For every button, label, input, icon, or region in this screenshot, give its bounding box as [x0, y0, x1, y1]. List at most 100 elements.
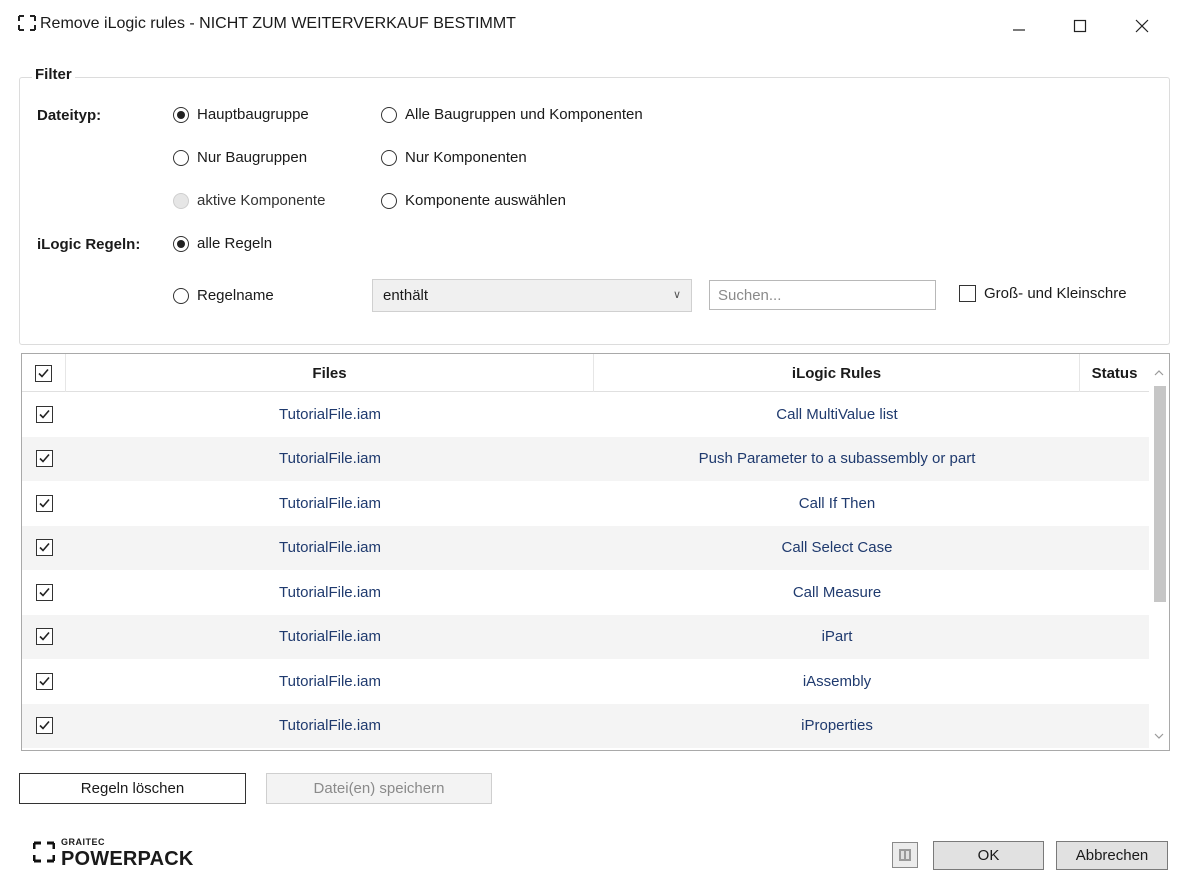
- window-title: Remove iLogic rules - NICHT ZUM WEITERVE…: [40, 15, 516, 32]
- file-cell: TutorialFile.iam: [279, 672, 381, 690]
- row-checkbox[interactable]: [35, 405, 53, 423]
- status-cell: [1080, 526, 1149, 571]
- case-sensitive-checkbox[interactable]: Groß- und Kleinschre: [959, 285, 1127, 302]
- radio-regelname[interactable]: Regelname: [173, 287, 274, 304]
- radio-label: Komponente auswählen: [405, 192, 566, 209]
- column-header-files[interactable]: Files: [66, 354, 594, 392]
- status-cell: [1080, 392, 1149, 437]
- filter-legend: Filter: [32, 66, 75, 83]
- rule-cell: iPart: [821, 628, 853, 646]
- row-checkbox[interactable]: [35, 717, 53, 735]
- radio-label: Alle Baugruppen und Komponenten: [405, 106, 643, 123]
- radio-alle-baugruppen-komponenten[interactable]: Alle Baugruppen und Komponenten: [381, 106, 643, 123]
- vertical-scrollbar[interactable]: [1149, 354, 1169, 750]
- status-cell: [1080, 704, 1149, 749]
- rules-grid: Files iLogic Rules Status TutorialFile.i…: [21, 353, 1170, 751]
- delete-rules-button[interactable]: Regeln löschen: [19, 773, 246, 804]
- column-header-status[interactable]: Status: [1080, 354, 1149, 392]
- rule-cell: Call MultiValue list: [776, 405, 898, 423]
- column-header-ilogic-rules[interactable]: iLogic Rules: [594, 354, 1080, 392]
- rule-cell: Call Measure: [792, 583, 882, 601]
- checkmark-icon: [38, 676, 50, 686]
- file-cell: TutorialFile.iam: [279, 450, 381, 468]
- select-all-cell: [22, 354, 66, 392]
- grid-rows: TutorialFile.iam Call MultiValue list Tu…: [22, 392, 1149, 748]
- status-cell: [1080, 615, 1149, 660]
- scrollbar-thumb[interactable]: [1154, 386, 1166, 602]
- radio-indicator: [381, 192, 397, 209]
- row-checkbox-cell: [22, 570, 66, 615]
- radio-indicator: [173, 192, 189, 209]
- checkbox-indicator: [959, 285, 976, 302]
- row-checkbox[interactable]: [35, 450, 53, 468]
- table-row[interactable]: TutorialFile.iam Call If Then: [22, 481, 1149, 526]
- chevron-down-icon: ∨: [672, 289, 681, 301]
- table-row[interactable]: TutorialFile.iam iPart: [22, 614, 1149, 660]
- radio-indicator: [173, 149, 189, 166]
- row-checkbox-cell: [22, 481, 66, 526]
- grid-header: Files iLogic Rules Status: [22, 354, 1149, 392]
- radio-indicator: [381, 149, 397, 166]
- checkmark-icon: [38, 368, 49, 378]
- radio-label: aktive Komponente: [197, 192, 326, 209]
- radio-indicator: [173, 235, 189, 252]
- select-all-checkbox[interactable]: [35, 364, 52, 382]
- row-checkbox[interactable]: [35, 628, 53, 646]
- row-checkbox[interactable]: [35, 583, 53, 601]
- table-row[interactable]: TutorialFile.iam iProperties: [22, 703, 1149, 749]
- rule-cell: iProperties: [801, 717, 873, 735]
- chevron-down-icon: [1154, 733, 1164, 739]
- radio-aktive-komponente: aktive Komponente: [173, 192, 325, 209]
- ilogic-regeln-label: iLogic Regeln:: [37, 236, 141, 253]
- table-row[interactable]: TutorialFile.iam Push Parameter to a sub…: [22, 436, 1149, 481]
- chevron-up-icon: [1154, 369, 1164, 375]
- logo-big-text: POWERPACK: [61, 848, 194, 870]
- radio-label: Regelname: [197, 287, 274, 304]
- close-button[interactable]: [1122, 10, 1162, 42]
- minimize-button[interactable]: [999, 10, 1039, 42]
- row-checkbox-cell: [22, 392, 66, 437]
- table-row[interactable]: TutorialFile.iam Call MultiValue list: [22, 392, 1149, 437]
- radio-label: Nur Komponenten: [405, 149, 527, 166]
- row-checkbox-cell: [22, 659, 66, 704]
- rule-cell: iAssembly: [802, 672, 872, 690]
- radio-label: Hauptbaugruppe: [197, 106, 309, 123]
- ok-button[interactable]: OK: [933, 841, 1044, 870]
- radio-nur-baugruppen[interactable]: Nur Baugruppen: [173, 149, 307, 166]
- maximize-icon: [1073, 19, 1087, 33]
- file-cell: TutorialFile.iam: [279, 494, 381, 512]
- row-checkbox[interactable]: [35, 539, 53, 557]
- cancel-button[interactable]: Abbrechen: [1056, 841, 1168, 870]
- table-row[interactable]: TutorialFile.iam Call Measure: [22, 570, 1149, 615]
- scroll-up-button[interactable]: [1149, 362, 1169, 382]
- table-row[interactable]: TutorialFile.iam Call Select Case: [22, 525, 1149, 571]
- match-mode-select[interactable]: enthält ∨: [372, 279, 692, 312]
- book-help-icon: [899, 849, 911, 861]
- radio-komponente-auswaehlen[interactable]: Komponente auswählen: [381, 192, 566, 209]
- status-cell: [1080, 659, 1149, 704]
- select-value: enthält: [383, 287, 429, 304]
- help-button[interactable]: [892, 842, 918, 868]
- scroll-down-button[interactable]: [1149, 726, 1169, 746]
- dateityp-label: Dateityp:: [37, 107, 102, 124]
- maximize-button[interactable]: [1060, 10, 1100, 42]
- radio-nur-komponenten[interactable]: Nur Komponenten: [381, 149, 527, 166]
- checkmark-icon: [38, 498, 50, 508]
- radio-alle-regeln[interactable]: alle Regeln: [173, 235, 272, 252]
- checkmark-icon: [38, 543, 50, 552]
- rule-cell: Call Select Case: [781, 539, 893, 557]
- radio-indicator: [173, 106, 189, 123]
- graitec-bracket-icon: [18, 15, 36, 31]
- checkmark-icon: [38, 454, 50, 463]
- table-row[interactable]: TutorialFile.iam iAssembly: [22, 659, 1149, 704]
- radio-hauptbaugruppe[interactable]: Hauptbaugruppe: [173, 106, 309, 123]
- rule-search-input[interactable]: [709, 280, 936, 310]
- file-cell: TutorialFile.iam: [279, 539, 381, 557]
- row-checkbox[interactable]: [35, 494, 53, 512]
- checkmark-icon: [38, 587, 50, 597]
- radio-label: Nur Baugruppen: [197, 149, 308, 166]
- file-cell: TutorialFile.iam: [279, 628, 381, 646]
- row-checkbox[interactable]: [35, 672, 53, 690]
- checkmark-icon: [38, 409, 50, 419]
- file-cell: TutorialFile.iam: [279, 717, 381, 735]
